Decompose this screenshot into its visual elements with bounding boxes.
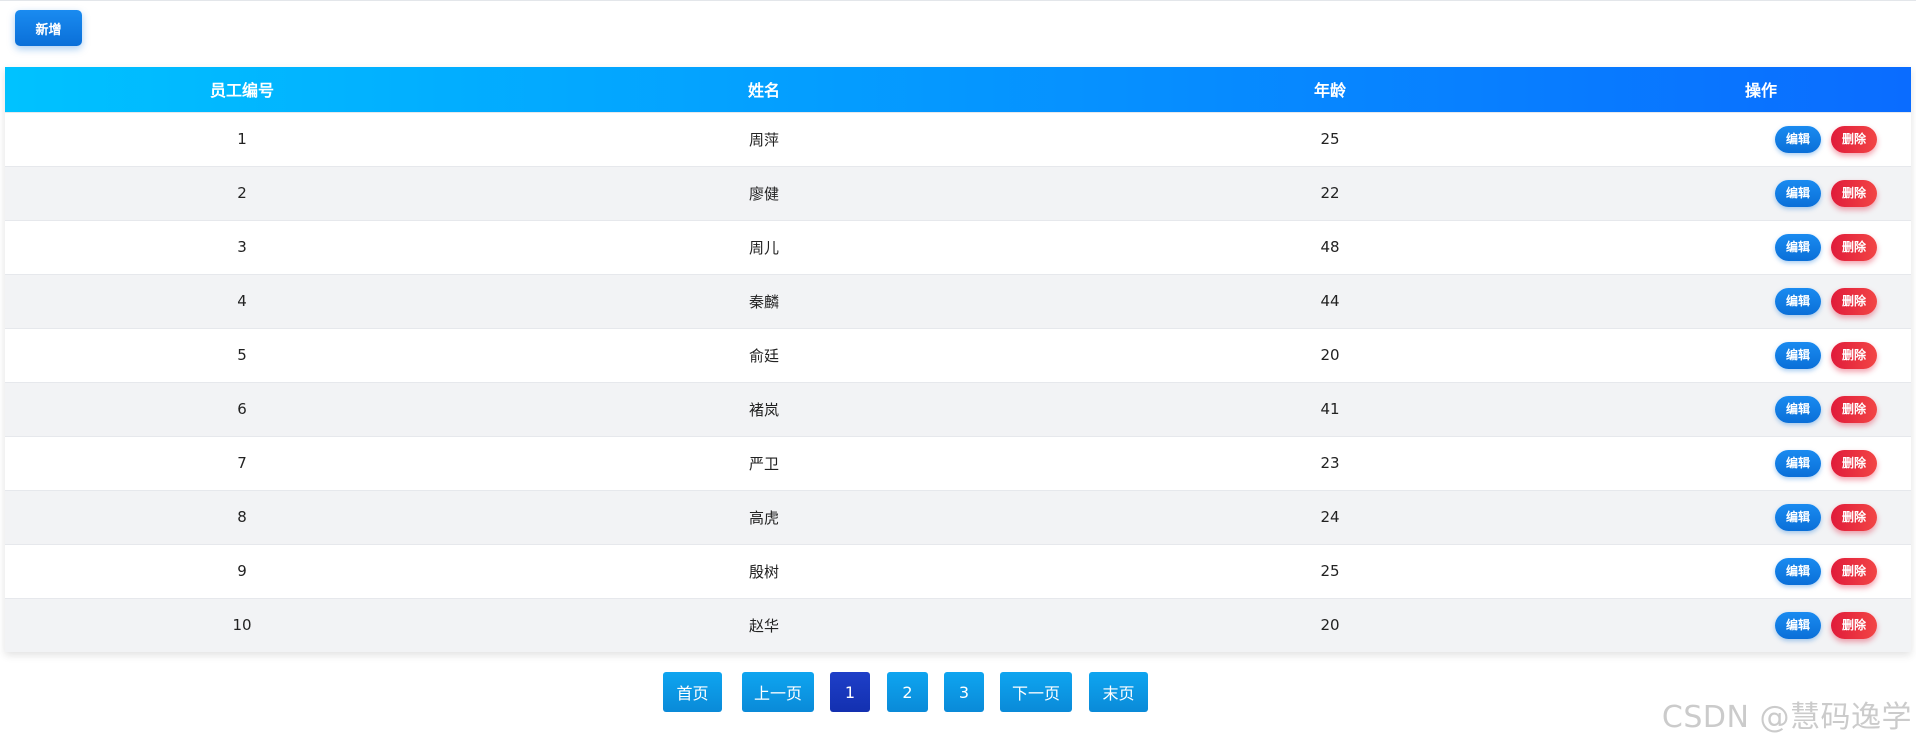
cell-name: 赵华 bbox=[748, 616, 779, 635]
table-row: 7 严卫 23 编辑 删除 bbox=[5, 436, 1911, 490]
column-header-actions: 操作 bbox=[1744, 81, 1777, 101]
cell-actions: 编辑 删除 bbox=[1611, 598, 1911, 652]
edit-button[interactable]: 编辑 bbox=[1775, 449, 1821, 477]
cell-actions: 编辑 删除 bbox=[1611, 112, 1911, 166]
edit-button[interactable]: 编辑 bbox=[1775, 503, 1821, 531]
page-button-2[interactable]: 2 bbox=[887, 672, 928, 712]
cell-age: 24 bbox=[1320, 508, 1340, 526]
table-row: 4 秦麟 44 编辑 删除 bbox=[5, 274, 1911, 328]
cell-age: 48 bbox=[1320, 238, 1340, 256]
cell-actions: 编辑 删除 bbox=[1611, 544, 1911, 598]
cell-name: 廖健 bbox=[748, 184, 779, 203]
cell-actions: 编辑 删除 bbox=[1611, 220, 1911, 274]
table-row: 1 周萍 25 编辑 删除 bbox=[5, 112, 1911, 166]
cell-employee-id: 2 bbox=[237, 184, 247, 202]
cell-age: 20 bbox=[1320, 346, 1340, 364]
employee-table: 员工编号 姓名 年龄 操作 1 周萍 25 编辑 删除 2 廖健 22 编辑 删除 3 周儿 48 编辑删… bbox=[5, 67, 1911, 652]
last-page-button[interactable]: 末页 bbox=[1089, 672, 1148, 712]
delete-button[interactable]: 删除 bbox=[1831, 287, 1877, 315]
delete-button[interactable]: 删除 bbox=[1831, 395, 1877, 423]
cell-name: 严卫 bbox=[748, 454, 779, 473]
cell-age: 23 bbox=[1320, 454, 1340, 472]
cell-name: 秦麟 bbox=[748, 292, 779, 311]
cell-age: 44 bbox=[1320, 292, 1340, 310]
page-button-1[interactable]: 1 bbox=[830, 672, 870, 712]
cell-employee-id: 6 bbox=[237, 400, 247, 418]
delete-button[interactable]: 删除 bbox=[1831, 449, 1877, 477]
edit-button[interactable]: 编辑 bbox=[1775, 287, 1821, 315]
page-button-3[interactable]: 3 bbox=[944, 672, 984, 712]
cell-actions: 编辑 删除 bbox=[1611, 166, 1911, 220]
employee-table-container: 员工编号 姓名 年龄 操作 1 周萍 25 编辑 删除 2 廖健 22 编辑 删除 3 周儿 48 编辑删… bbox=[5, 67, 1911, 652]
cell-name: 俞廷 bbox=[748, 346, 779, 365]
table-row: 10 赵华 20 编辑 删除 bbox=[5, 598, 1911, 652]
cell-employee-id: 7 bbox=[237, 454, 247, 472]
cell-name: 周儿 bbox=[748, 238, 779, 257]
cell-age: 20 bbox=[1320, 616, 1340, 635]
delete-button[interactable]: 删除 bbox=[1831, 125, 1877, 153]
cell-age: 25 bbox=[1320, 130, 1340, 148]
edit-button[interactable]: 编辑 bbox=[1775, 179, 1821, 207]
next-page-button[interactable]: 下一页 bbox=[1000, 672, 1072, 712]
cell-employee-id: 4 bbox=[237, 292, 247, 310]
delete-button[interactable]: 删除 bbox=[1831, 503, 1877, 531]
add-button[interactable]: 新增 bbox=[15, 10, 82, 46]
table-row: 5 俞廷 20 编辑 删除 bbox=[5, 328, 1911, 382]
cell-name: 周萍 bbox=[748, 130, 779, 149]
edit-button[interactable]: 编辑 bbox=[1775, 233, 1821, 261]
column-header-name: 姓名 bbox=[747, 81, 780, 101]
cell-actions: 编辑 删除 bbox=[1611, 274, 1911, 328]
table-row: 9 殷树 25 编辑 删除 bbox=[5, 544, 1911, 598]
cell-actions: 编辑 删除 bbox=[1611, 382, 1911, 436]
edit-button[interactable]: 编辑 bbox=[1775, 557, 1821, 585]
delete-button[interactable]: 删除 bbox=[1831, 179, 1877, 207]
cell-actions: 编辑 删除 bbox=[1611, 328, 1911, 382]
delete-button[interactable]: 删除 bbox=[1831, 611, 1877, 639]
first-page-button[interactable]: 首页 bbox=[663, 672, 722, 712]
cell-employee-id: 5 bbox=[237, 346, 247, 364]
edit-button[interactable]: 编辑 bbox=[1775, 125, 1821, 153]
table-body: 1 周萍 25 编辑 删除 2 廖健 22 编辑 删除 3 周儿 48 编辑 删除 4 秦麟 44 编辑 删除 5 俞廷 2… bbox=[5, 112, 1911, 652]
delete-button[interactable]: 删除 bbox=[1831, 233, 1877, 261]
edit-button[interactable]: 编辑 bbox=[1775, 611, 1821, 639]
edit-button[interactable]: 编辑 bbox=[1775, 341, 1821, 369]
table-row: 3 周儿 48 编辑 删除 bbox=[5, 220, 1911, 274]
cell-employee-id: 8 bbox=[237, 508, 247, 526]
pagination: 首页 上一页 1 2 3 下一页 末页 bbox=[663, 672, 1148, 712]
column-header-age: 年龄 bbox=[1313, 81, 1346, 101]
delete-button[interactable]: 删除 bbox=[1831, 341, 1877, 369]
cell-employee-id: 9 bbox=[237, 562, 247, 580]
table-row: 2 廖健 22 编辑 删除 bbox=[5, 166, 1911, 220]
prev-page-button[interactable]: 上一页 bbox=[742, 672, 814, 712]
table-row: 8 高虎 24 编辑 删除 bbox=[5, 490, 1911, 544]
cell-employee-id: 3 bbox=[237, 238, 247, 256]
cell-age: 41 bbox=[1320, 400, 1340, 418]
column-header-employee-id: 员工编号 bbox=[209, 81, 274, 101]
delete-button[interactable]: 删除 bbox=[1831, 557, 1877, 585]
cell-actions: 编辑 删除 bbox=[1611, 490, 1911, 544]
cell-name: 褚岚 bbox=[748, 400, 779, 419]
cell-actions: 编辑 删除 bbox=[1611, 436, 1911, 490]
cell-name: 高虎 bbox=[748, 508, 779, 527]
cell-age: 25 bbox=[1320, 562, 1340, 580]
cell-employee-id: 1 bbox=[237, 130, 247, 148]
cell-name: 殷树 bbox=[748, 562, 779, 581]
table-row: 6 褚岚 41 编辑 删除 bbox=[5, 382, 1911, 436]
table-header: 员工编号 姓名 年龄 操作 bbox=[5, 67, 1911, 112]
table-header-row: 员工编号 姓名 年龄 操作 bbox=[5, 67, 1911, 112]
cell-age: 22 bbox=[1320, 184, 1340, 202]
cell-employee-id: 10 bbox=[232, 616, 252, 635]
watermark: CSDN @慧码逸学 bbox=[1661, 700, 1912, 735]
edit-button[interactable]: 编辑 bbox=[1775, 395, 1821, 423]
